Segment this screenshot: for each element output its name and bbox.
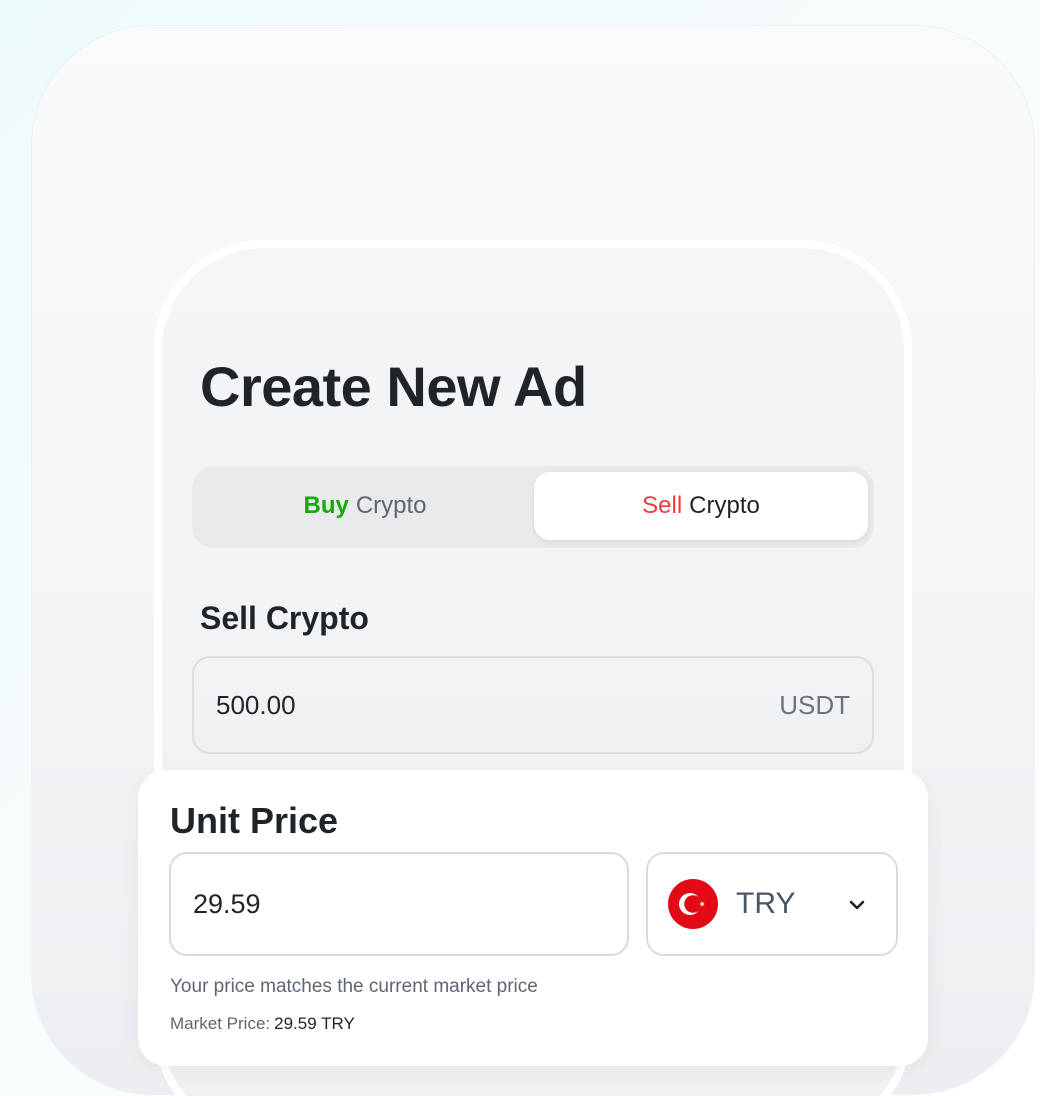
unit-price-value: 29.59 [193, 888, 261, 919]
market-price-value: 29.59 TRY [274, 1014, 355, 1033]
sell-amount-input[interactable]: 500.00 USDT [192, 656, 874, 754]
market-price-line: Market Price: 29.59 TRY [170, 1014, 355, 1034]
buy-keyword: Buy [303, 492, 349, 519]
turkey-flag-icon [668, 879, 718, 929]
sell-label: Crypto [689, 492, 760, 519]
market-price-label: Market Price: [170, 1014, 271, 1033]
unit-price-title: Unit Price [170, 800, 339, 841]
sell-amount-unit: USDT [779, 689, 850, 720]
sell-keyword: Sell [642, 492, 683, 519]
unit-price-input[interactable]: 29.59 [169, 852, 629, 956]
tab-buy-crypto[interactable]: Buy Crypto [198, 472, 532, 540]
sell-section-title: Sell Crypto [200, 600, 369, 636]
sell-amount-value: 500.00 [216, 689, 296, 720]
price-hint-text: Your price matches the current market pr… [170, 976, 538, 997]
tab-sell-crypto[interactable]: Sell Crypto [534, 472, 868, 540]
buy-sell-toggle: Buy Crypto Sell Crypto [192, 466, 874, 548]
page-title: Create New Ad [200, 355, 587, 418]
currency-select[interactable]: TRY [646, 852, 898, 956]
chevron-down-icon [846, 894, 868, 921]
currency-code: TRY [736, 887, 796, 920]
unit-price-card: Unit Price 29.59 TRY Your price matches … [138, 770, 928, 1066]
buy-label: Crypto [355, 492, 427, 519]
